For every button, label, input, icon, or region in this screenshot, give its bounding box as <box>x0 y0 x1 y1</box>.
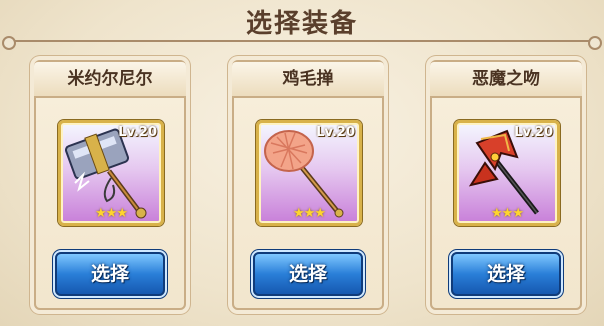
equipment-card-1: 米约尔尼尔 Lv.20 ★★★ 选择 <box>34 60 186 310</box>
equipment-name: 恶魔之吻 <box>430 62 582 98</box>
star-rating: ★★★ <box>491 206 524 221</box>
equipment-card-3: 恶魔之吻 Lv.20 ★★★ 选择 <box>430 60 582 310</box>
select-button[interactable]: 选择 <box>253 252 363 296</box>
star-rating: ★★★ <box>293 206 326 221</box>
select-button[interactable]: 选择 <box>55 252 165 296</box>
equipment-icon-frame: Lv.20 ★★★ <box>454 120 560 226</box>
title-divider <box>10 40 594 42</box>
divider-ornament-left <box>2 36 16 50</box>
equipment-name: 米约尔尼尔 <box>34 62 186 98</box>
select-button[interactable]: 选择 <box>451 252 561 296</box>
title-bar: 选择装备 <box>0 0 604 50</box>
level-label: Lv.20 <box>316 125 355 140</box>
equipment-name: 鸡毛掸 <box>232 62 384 98</box>
star-rating: ★★★ <box>95 206 128 221</box>
page-title: 选择装备 <box>245 9 358 39</box>
level-label: Lv.20 <box>118 125 157 140</box>
divider-ornament-right <box>588 36 602 50</box>
equipment-card-2: 鸡毛掸 Lv.20 ★★★ 选择 <box>232 60 384 310</box>
level-label: Lv.20 <box>514 125 553 140</box>
equipment-icon-frame: Lv.20 ★★★ <box>256 120 362 226</box>
equipment-icon-frame: Lv.20 ★★★ <box>58 120 164 226</box>
